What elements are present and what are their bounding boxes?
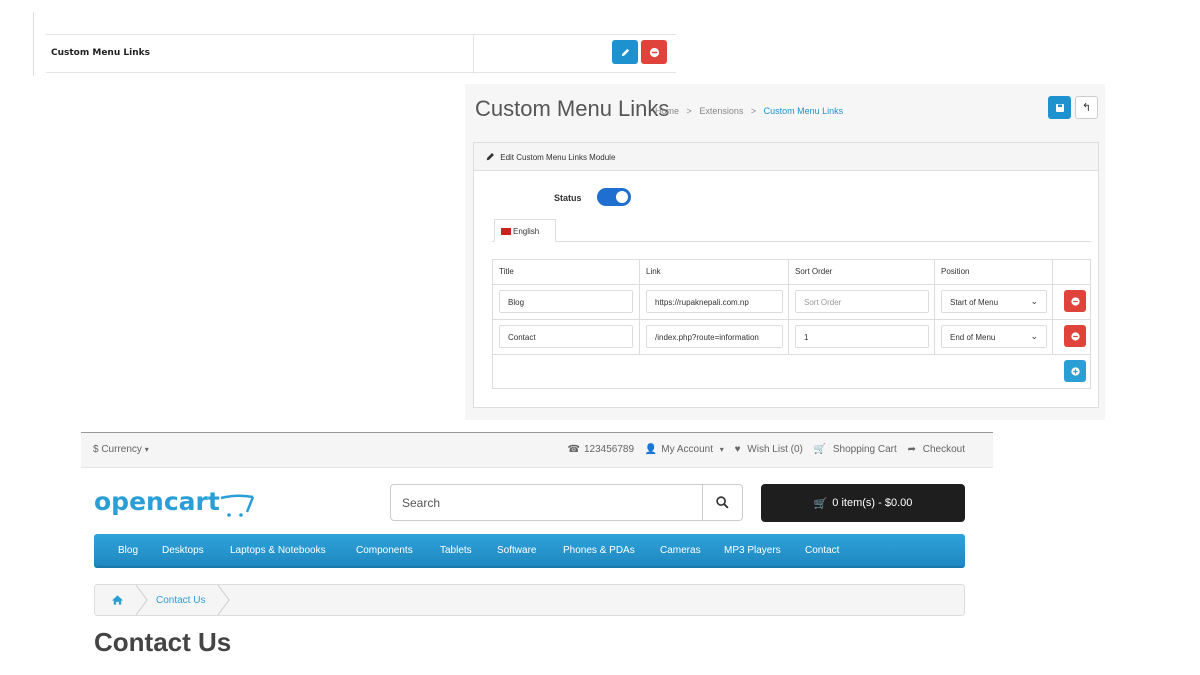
- pencil-icon: [486, 153, 494, 161]
- edit-module-button[interactable]: [612, 40, 638, 64]
- search-input[interactable]: Search: [391, 485, 703, 520]
- column-divider: [473, 34, 474, 74]
- status-toggle[interactable]: [597, 188, 631, 206]
- edit-module-card: Edit Custom Menu Links Module Status Eng…: [473, 142, 1099, 408]
- store-logo[interactable]: opencart: [94, 487, 220, 516]
- page-title: Custom Menu Links: [475, 96, 670, 121]
- reply-icon: ↰: [1081, 102, 1092, 114]
- page-heading: Contact Us: [94, 632, 232, 652]
- title-input[interactable]: Blog: [499, 290, 633, 313]
- breadcrumb-separator: [135, 585, 148, 615]
- position-select[interactable]: Start of Menu ⌄: [941, 290, 1047, 313]
- pencil-icon: [621, 48, 629, 56]
- menu-item-laptops[interactable]: Laptops & Notebooks: [230, 545, 326, 556]
- menu-item-tablets[interactable]: Tablets: [440, 545, 472, 556]
- breadcrumb-extensions[interactable]: Extensions: [699, 106, 743, 116]
- main-menu: Blog Desktops Laptops & Notebooks Compon…: [94, 534, 965, 568]
- cart-icon: 🛒: [813, 444, 827, 455]
- column-header-sort-order: Sort Order: [795, 267, 833, 276]
- caret-down-icon: ▾: [144, 445, 149, 454]
- menu-item-contact[interactable]: Contact: [805, 545, 839, 556]
- link-input[interactable]: /index.php?route=information: [646, 325, 783, 348]
- breadcrumb-contact-us[interactable]: Contact Us: [156, 595, 205, 606]
- home-icon[interactable]: [111, 594, 124, 606]
- title-input[interactable]: Contact: [499, 325, 633, 348]
- position-select[interactable]: End of Menu ⌄: [941, 325, 1047, 348]
- menu-item-software[interactable]: Software: [497, 545, 536, 556]
- panel-heading: Edit Custom Menu Links Module: [474, 143, 1098, 171]
- admin-edit-panel: Custom Menu Links Home > Extensions > Cu…: [465, 84, 1105, 420]
- search-icon: [716, 496, 729, 509]
- delete-module-button[interactable]: [641, 40, 667, 64]
- link-input[interactable]: https://rupaknepali.com.np: [646, 290, 783, 313]
- store-breadcrumb: Contact Us: [94, 584, 965, 616]
- menu-item-cameras[interactable]: Cameras: [660, 545, 701, 556]
- breadcrumb-home[interactable]: Home: [655, 106, 679, 116]
- save-button[interactable]: [1048, 96, 1071, 119]
- breadcrumb-separator: [217, 585, 230, 615]
- heart-icon: ♥: [734, 444, 741, 455]
- minus-circle-icon: [1070, 331, 1080, 341]
- add-row-button[interactable]: [1064, 360, 1086, 382]
- links-table: Title Link Sort Order Position Blog http…: [492, 259, 1091, 389]
- save-icon: [1055, 103, 1064, 112]
- column-header-link: Link: [646, 267, 661, 276]
- table-header: Title Link Sort Order Position: [493, 260, 1090, 285]
- cart-button[interactable]: 🛒 0 item(s) - $0.00: [761, 484, 965, 522]
- cart-icon: 🛒: [813, 497, 828, 510]
- account-link[interactable]: 👤 My Account ▾: [641, 444, 724, 455]
- breadcrumb: Home > Extensions > Custom Menu Links: [655, 106, 844, 116]
- currency-dropdown[interactable]: $ Currency ▾: [93, 444, 149, 455]
- store-top-bar: $ Currency ▾ ☎ 123456789 👤 My Account ▾ ♥ …: [81, 433, 993, 468]
- list-left-border: [33, 12, 34, 76]
- column-header-title: Title: [499, 267, 514, 276]
- caret-down-icon: ▾: [719, 445, 724, 454]
- search-box: Search: [390, 484, 743, 521]
- menu-item-desktops[interactable]: Desktops: [162, 545, 204, 556]
- uk-flag-icon: [501, 228, 511, 235]
- sort-order-input[interactable]: Sort Order: [795, 290, 929, 313]
- column-header-position: Position: [941, 267, 970, 276]
- chevron-down-icon: ⌄: [1030, 331, 1038, 341]
- status-label: Status: [554, 193, 582, 203]
- user-icon: 👤: [644, 444, 658, 455]
- module-row-label: Custom Menu Links: [51, 48, 150, 58]
- breadcrumb-current[interactable]: Custom Menu Links: [764, 106, 844, 116]
- phone-icon: ☎: [567, 444, 580, 455]
- shopping-cart-link[interactable]: 🛒 Shopping Cart: [810, 444, 897, 455]
- menu-item-mp3-players[interactable]: MP3 Players: [724, 545, 781, 556]
- back-button[interactable]: ↰: [1075, 96, 1098, 119]
- menu-item-blog[interactable]: Blog: [118, 545, 138, 556]
- remove-row-button[interactable]: [1064, 290, 1086, 312]
- panel-heading-text: Edit Custom Menu Links Module: [500, 153, 616, 162]
- tab-bar: [492, 241, 1091, 242]
- remove-row-button[interactable]: [1064, 325, 1086, 347]
- search-button[interactable]: [702, 485, 742, 520]
- menu-item-phones[interactable]: Phones & PDAs: [563, 545, 635, 556]
- chevron-down-icon: ⌄: [1030, 296, 1038, 306]
- top-links: ☎ 123456789 👤 My Account ▾ ♥ Wish List (0)…: [560, 444, 965, 455]
- wishlist-link[interactable]: ♥ Wish List (0): [731, 444, 803, 455]
- row-divider: [46, 72, 676, 73]
- plus-circle-icon: [1070, 366, 1080, 376]
- phone-link[interactable]: ☎ 123456789: [564, 444, 635, 455]
- menu-item-components[interactable]: Components: [356, 545, 413, 556]
- logo-cart-icon: [220, 494, 255, 517]
- minus-circle-icon: [649, 47, 659, 57]
- minus-circle-icon: [1070, 296, 1080, 306]
- tab-english[interactable]: English: [494, 219, 556, 242]
- checkout-link[interactable]: ➦ Checkout: [904, 444, 965, 455]
- sort-order-input[interactable]: 1: [795, 325, 929, 348]
- share-icon: ➦: [907, 444, 916, 455]
- row-divider: [46, 34, 676, 35]
- module-list-table: [46, 12, 676, 74]
